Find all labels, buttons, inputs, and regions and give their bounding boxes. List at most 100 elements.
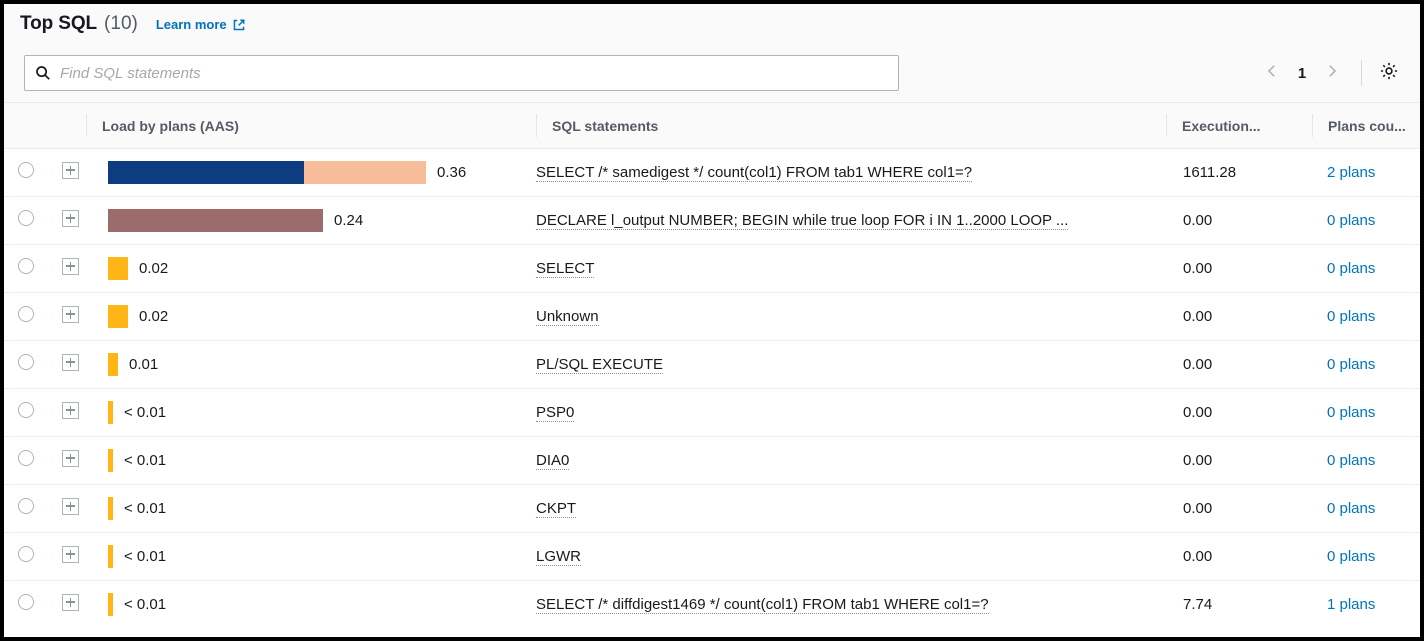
sql-statement-link[interactable]: DECLARE l_output NUMBER; BEGIN while tru… [536, 212, 1068, 230]
load-cell: 0.01 [86, 341, 536, 389]
expand-row-button[interactable] [62, 162, 79, 179]
row-expand-cell [40, 197, 86, 245]
sql-statement-link[interactable]: Unknown [536, 308, 599, 326]
table-row[interactable]: < 0.01 LGWR 0.00 0 plans [4, 533, 1420, 581]
plans-count-link[interactable]: 0 plans [1312, 308, 1375, 325]
plans-count-link[interactable]: 0 plans [1312, 260, 1375, 277]
plans-count-link[interactable]: 0 plans [1312, 500, 1375, 517]
table-row[interactable]: < 0.01 CKPT 0.00 0 plans [4, 485, 1420, 533]
header-sql-statements[interactable]: SQL statements [536, 103, 1166, 149]
expand-row-button[interactable] [62, 354, 79, 371]
executions-value: 0.00 [1166, 212, 1212, 229]
table-row[interactable]: < 0.01 DIA0 0.00 0 plans [4, 437, 1420, 485]
bar-segment [108, 449, 113, 472]
table-row[interactable]: < 0.01 PSP0 0.00 0 plans [4, 389, 1420, 437]
bar-segment [108, 593, 113, 616]
row-radio-button[interactable] [18, 402, 34, 418]
expand-row-button[interactable] [62, 402, 79, 419]
top-sql-table: Load by plans (AAS) SQL statements Execu… [4, 102, 1420, 629]
row-expand-cell [40, 293, 86, 341]
expand-row-button[interactable] [62, 450, 79, 467]
table-row[interactable]: 0.01 PL/SQL EXECUTE 0.00 0 plans [4, 341, 1420, 389]
bar-track [108, 449, 113, 472]
executions-cell: 7.74 [1166, 581, 1312, 629]
plans-count-link[interactable]: 2 plans [1312, 164, 1375, 181]
load-cell: < 0.01 [86, 437, 536, 485]
page-number-1[interactable]: 1 [1289, 65, 1315, 82]
expand-row-button[interactable] [62, 210, 79, 227]
next-page-button[interactable] [1315, 56, 1349, 90]
plans-cell: 0 plans [1312, 197, 1420, 245]
pagination-divider [1361, 60, 1362, 86]
search-input[interactable] [60, 65, 888, 82]
load-bar: 0.24 [86, 209, 536, 232]
plans-count-link[interactable]: 0 plans [1312, 212, 1375, 229]
plans-count-link[interactable]: 0 plans [1312, 404, 1375, 421]
row-radio-button[interactable] [18, 594, 34, 610]
executions-value: 0.00 [1166, 548, 1212, 565]
sql-statement-link[interactable]: SELECT /* diffdigest1469 */ count(col1) … [536, 596, 989, 614]
expand-row-button[interactable] [62, 594, 79, 611]
executions-cell: 0.00 [1166, 245, 1312, 293]
sql-statement-link[interactable]: SELECT /* samedigest */ count(col1) FROM… [536, 164, 972, 182]
table-row[interactable]: < 0.01 SELECT /* diffdigest1469 */ count… [4, 581, 1420, 629]
chevron-left-icon [1264, 63, 1280, 84]
expand-row-button[interactable] [62, 546, 79, 563]
header-expand [40, 103, 86, 149]
plans-count-link[interactable]: 0 plans [1312, 356, 1375, 373]
expand-row-button[interactable] [62, 498, 79, 515]
pagination: 1 [1255, 55, 1404, 91]
header-executions[interactable]: Execution... [1166, 103, 1312, 149]
sql-statement-link[interactable]: DIA0 [536, 452, 569, 470]
row-radio-button[interactable] [18, 258, 34, 274]
expand-row-button[interactable] [62, 306, 79, 323]
table-row[interactable]: 0.24 DECLARE l_output NUMBER; BEGIN whil… [4, 197, 1420, 245]
row-select-cell [4, 341, 40, 389]
load-cell: < 0.01 [86, 581, 536, 629]
load-bar: 0.01 [86, 353, 536, 376]
row-radio-button[interactable] [18, 162, 34, 178]
sql-cell: DECLARE l_output NUMBER; BEGIN while tru… [536, 197, 1166, 245]
row-radio-button[interactable] [18, 354, 34, 370]
sql-statement-link[interactable]: PL/SQL EXECUTE [536, 356, 663, 374]
row-select-cell [4, 149, 40, 197]
row-radio-button[interactable] [18, 498, 34, 514]
plans-cell: 0 plans [1312, 485, 1420, 533]
bar-segment [108, 353, 118, 376]
table-row[interactable]: 0.36 SELECT /* samedigest */ count(col1)… [4, 149, 1420, 197]
load-value: < 0.01 [124, 548, 166, 565]
executions-cell: 0.00 [1166, 197, 1312, 245]
executions-cell: 0.00 [1166, 389, 1312, 437]
plans-cell: 0 plans [1312, 341, 1420, 389]
sql-cell: PSP0 [536, 389, 1166, 437]
header-load-by-plans[interactable]: Load by plans (AAS) [86, 103, 536, 149]
bar-segment [108, 497, 113, 520]
sql-cell: CKPT [536, 485, 1166, 533]
search-box[interactable] [24, 55, 899, 91]
plans-count-link[interactable]: 1 plans [1312, 596, 1375, 613]
table-row[interactable]: 0.02 Unknown 0.00 0 plans [4, 293, 1420, 341]
bar-segment [108, 305, 128, 328]
expand-row-button[interactable] [62, 258, 79, 275]
load-bar: < 0.01 [86, 593, 536, 616]
load-cell: 0.36 [86, 149, 536, 197]
sql-statement-link[interactable]: PSP0 [536, 404, 574, 422]
sql-statement-link[interactable]: LGWR [536, 548, 581, 566]
plans-count-link[interactable]: 0 plans [1312, 452, 1375, 469]
previous-page-button[interactable] [1255, 56, 1289, 90]
header-plans-count[interactable]: Plans cou... [1312, 103, 1420, 149]
plans-count-link[interactable]: 0 plans [1312, 548, 1375, 565]
table-head: Load by plans (AAS) SQL statements Execu… [4, 103, 1420, 149]
table-settings-button[interactable] [1374, 58, 1404, 88]
sql-statement-link[interactable]: CKPT [536, 500, 576, 518]
bar-track [108, 209, 323, 232]
bar-track [108, 401, 113, 424]
row-select-cell [4, 245, 40, 293]
row-radio-button[interactable] [18, 450, 34, 466]
row-radio-button[interactable] [18, 306, 34, 322]
table-row[interactable]: 0.02 SELECT 0.00 0 plans [4, 245, 1420, 293]
sql-statement-link[interactable]: SELECT [536, 260, 594, 278]
learn-more-link[interactable]: Learn more [156, 17, 246, 32]
row-radio-button[interactable] [18, 210, 34, 226]
row-radio-button[interactable] [18, 546, 34, 562]
